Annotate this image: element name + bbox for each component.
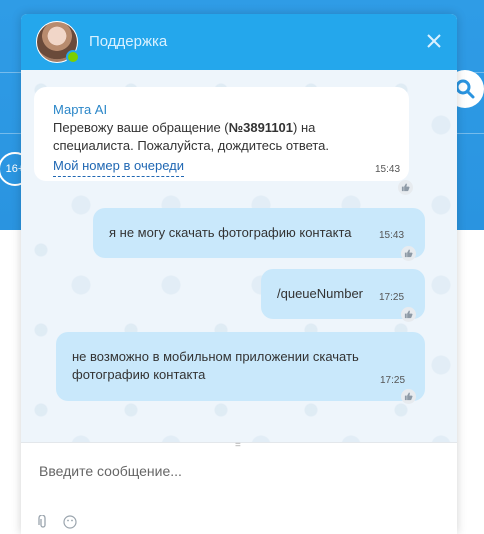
message-time: 17:25 xyxy=(379,292,405,303)
user-message: я не могу скачать фотографию контакта 15… xyxy=(93,208,425,261)
search-icon xyxy=(455,79,475,99)
like-button[interactable] xyxy=(401,307,416,322)
emoji-button[interactable] xyxy=(63,515,77,534)
close-button[interactable] xyxy=(425,32,443,50)
attach-button[interactable] xyxy=(37,514,49,534)
message-time: 15:43 xyxy=(379,230,405,241)
message-time: 15:43 xyxy=(375,164,401,175)
operator-name: Марта AI xyxy=(53,102,108,117)
user-message-text: /queueNumber xyxy=(277,286,363,301)
thumbs-up-icon xyxy=(404,392,413,401)
user-message-text: не возможно в мобильном приложении скача… xyxy=(72,349,359,382)
user-message: не возможно в мобильном приложении скача… xyxy=(56,332,425,404)
user-message-text: я не могу скачать фотографию контакта xyxy=(109,225,352,240)
message-list[interactable]: Марта AI Перевожу ваше обращение (№38911… xyxy=(21,70,457,442)
thumbs-up-icon xyxy=(404,249,413,258)
resize-handle[interactable]: = xyxy=(235,440,241,451)
queue-number-link[interactable]: Мой номер в очереди xyxy=(53,157,184,177)
support-chat-window: Поддержка Марта AI Перевожу ваше обращен… xyxy=(21,14,457,534)
chat-title: Поддержка xyxy=(89,33,168,50)
like-button[interactable] xyxy=(401,246,416,261)
message-composer: = xyxy=(21,440,457,534)
user-message: /queueNumber 17:25 xyxy=(261,269,425,322)
like-button[interactable] xyxy=(398,180,413,195)
online-status-indicator xyxy=(66,50,80,64)
message-time: 17:25 xyxy=(380,375,406,386)
operator-message-text: Перевожу ваше обращение (№3891101) на сп… xyxy=(53,120,330,153)
operator-message: Марта AI Перевожу ваше обращение (№38911… xyxy=(34,87,413,195)
ticket-number: №3891101 xyxy=(228,120,294,135)
chat-header: Поддержка xyxy=(21,14,457,70)
like-button[interactable] xyxy=(401,389,416,404)
message-input[interactable] xyxy=(37,455,441,487)
close-icon xyxy=(427,34,441,48)
thumbs-up-icon xyxy=(404,310,413,319)
thumbs-up-icon xyxy=(401,183,410,192)
